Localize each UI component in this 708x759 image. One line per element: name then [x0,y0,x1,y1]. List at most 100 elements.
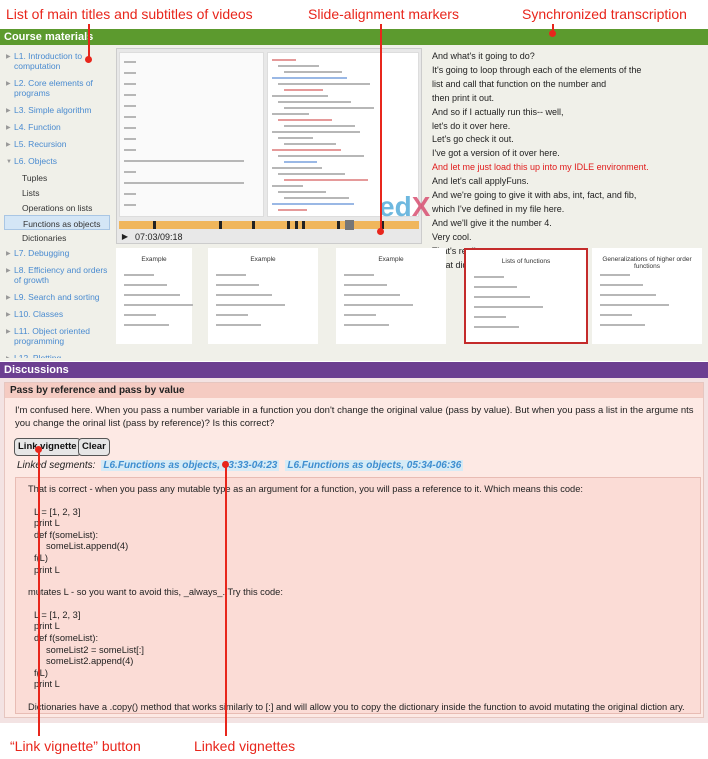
thumbnail-code-line [216,304,285,306]
discussion-post: Pass by reference and pass by value I'm … [4,382,704,718]
slide-alignment-marker[interactable] [252,221,255,229]
transcript-line[interactable]: then print it out. [432,92,704,106]
sidebar-title[interactable]: ▶ L1. Introduction to computation [4,48,110,75]
thumbnail-code-line [600,314,632,316]
thumbnail-code-line [344,314,376,316]
thumbnail-title: Example [378,256,404,263]
thumbnail-code-line [124,304,193,306]
video-player[interactable]: edX ▶ 07:03/09:18 [116,48,430,244]
code-line [284,197,349,199]
sidebar-subtitle[interactable]: Lists [4,185,110,200]
slide-alignment-marker[interactable] [287,221,290,229]
code-line [272,95,328,97]
code-line [284,107,374,109]
answer-code-block: L = [1, 2, 3] print Ldef f(someList): some… [28,610,688,691]
shell-line [124,160,244,162]
sidebar-title[interactable]: ▶ L3. Simple algorithm [4,102,110,119]
thumbnail-code-line [600,324,645,326]
transcript-line[interactable]: And so if I actually run this-- well, [432,106,704,120]
thumbnail-code-line [216,274,246,276]
slide-shell-pane [119,52,264,217]
slide-alignment-marker[interactable] [219,221,222,229]
thumbnail-code-line [600,304,669,306]
timeline-scrubber-handle[interactable] [345,220,354,230]
slide-thumbnail[interactable]: Example [336,248,446,344]
code-line: print L [34,564,60,575]
sidebar-title[interactable]: ▶ L11. Object oriented programming [4,323,110,350]
shell-line [124,138,136,140]
sidebar-title[interactable]: ▶ L8. Efficiency and orders of growth [4,262,110,289]
transcript-line[interactable]: And what's it going to do? [432,50,704,64]
sidebar-title[interactable]: ▶ L9. Search and sorting [4,289,110,306]
sidebar-title-label: L5. Recursion [14,139,67,149]
code-line [278,101,351,103]
slide-alignment-marker[interactable] [153,221,156,229]
transcript-line[interactable]: Let's go check it out. [432,133,704,147]
sidebar-title[interactable]: ▶ L7. Debugging [4,245,110,262]
thumbnail-code-line [216,314,248,316]
sidebar-title[interactable]: ▶ L2. Core elements of programs [4,75,110,102]
sidebar-subtitle[interactable]: Functions as objects [4,215,110,230]
sidebar-title-label: L7. Debugging [14,248,70,258]
thumbnail-code-line [124,274,154,276]
code-line: print L [34,518,60,529]
slide-thumbnail-selected[interactable]: Lists of functions [464,248,588,344]
thumbnail-code-line [344,274,374,276]
play-icon[interactable]: ▶ [119,231,131,243]
code-line [278,65,319,67]
transcript-line-current[interactable]: And let me just load this up into my IDL… [432,161,704,175]
code-line [272,185,303,187]
sidebar-title-label: L2. Core elements of programs [14,78,93,98]
slide-thumbnail[interactable]: Generalizations of higher order function… [592,248,702,344]
code-line: someList.append(4) [46,541,129,552]
linked-segment-link[interactable]: L6.Functions as objects, 03:33-04:23 [101,460,280,471]
video-timeline[interactable] [119,220,419,230]
sidebar-title[interactable]: ▼ L6. Objects [4,153,110,170]
answer-middle-text: mutates L - so you want to avoid this, _… [28,587,283,598]
transcript-line[interactable]: And let's call applyFuns. [432,175,704,189]
code-line [272,113,309,115]
transcript-line[interactable]: list and call that function on the numbe… [432,78,704,92]
slide-thumbnail[interactable]: Example [208,248,318,344]
thumbnail-code-line [474,296,530,298]
code-line [278,155,364,157]
sidebar-subtitle[interactable]: Dictionaries [4,230,110,245]
sidebar-title[interactable]: ▶ L5. Recursion [4,136,110,153]
collapsed-triangle-icon: ▶ [6,354,11,358]
thumbnail-code-line [344,304,413,306]
transcript-line[interactable]: which I've defined in my file here. [432,203,704,217]
slide-thumbnail[interactable]: Example [116,248,193,344]
transcript-line[interactable]: And we're going to give it with abs, int… [432,189,704,203]
code-line [272,77,347,79]
shell-line [124,127,136,129]
code-line [272,59,296,61]
slide-alignment-marker[interactable] [302,221,305,229]
thumbnail-code-line [124,324,169,326]
clear-button[interactable]: Clear [78,438,110,456]
annotation-titles: List of main titles and subtitles of vid… [6,6,253,22]
thumbnail-code-line [474,276,504,278]
slide-alignment-marker[interactable] [337,221,340,229]
transcript-line[interactable]: Very cool. [432,231,704,245]
code-line [272,149,341,151]
slide-code-pane: edX [267,52,430,222]
shell-line [124,105,136,107]
sidebar-title[interactable]: ▶ L10. Classes [4,306,110,323]
answer-outro: Dictionaries have a .copy() method that … [28,701,685,712]
sidebar-title[interactable]: ▶L12. Plotting [4,350,110,358]
transcript-line[interactable]: I've got a version of it over here. [432,147,704,161]
sidebar-subtitle[interactable]: Operations on lists [4,200,110,215]
slide-alignment-marker[interactable] [295,221,298,229]
transcript-line[interactable]: let's do it over here. [432,120,704,134]
transcript-line[interactable]: And we'll give it the number 4. [432,217,704,231]
linked-segment-link[interactable]: L6.Functions as objects, 05:34-06:36 [285,460,464,471]
sidebar-title[interactable]: ▶ L4. Function [4,119,110,136]
transcript-line[interactable]: It's going to loop through each of the e… [432,64,704,78]
shell-line [124,72,136,74]
sidebar-subtitle[interactable]: Tuples [4,170,110,185]
edx-watermark: edX [379,191,431,222]
discussions-header: Discussions [0,362,708,378]
link-vignette-button[interactable]: Link vignette [14,438,81,456]
thumbnail-code-line [474,326,519,328]
collapsed-triangle-icon: ▶ [6,108,11,114]
